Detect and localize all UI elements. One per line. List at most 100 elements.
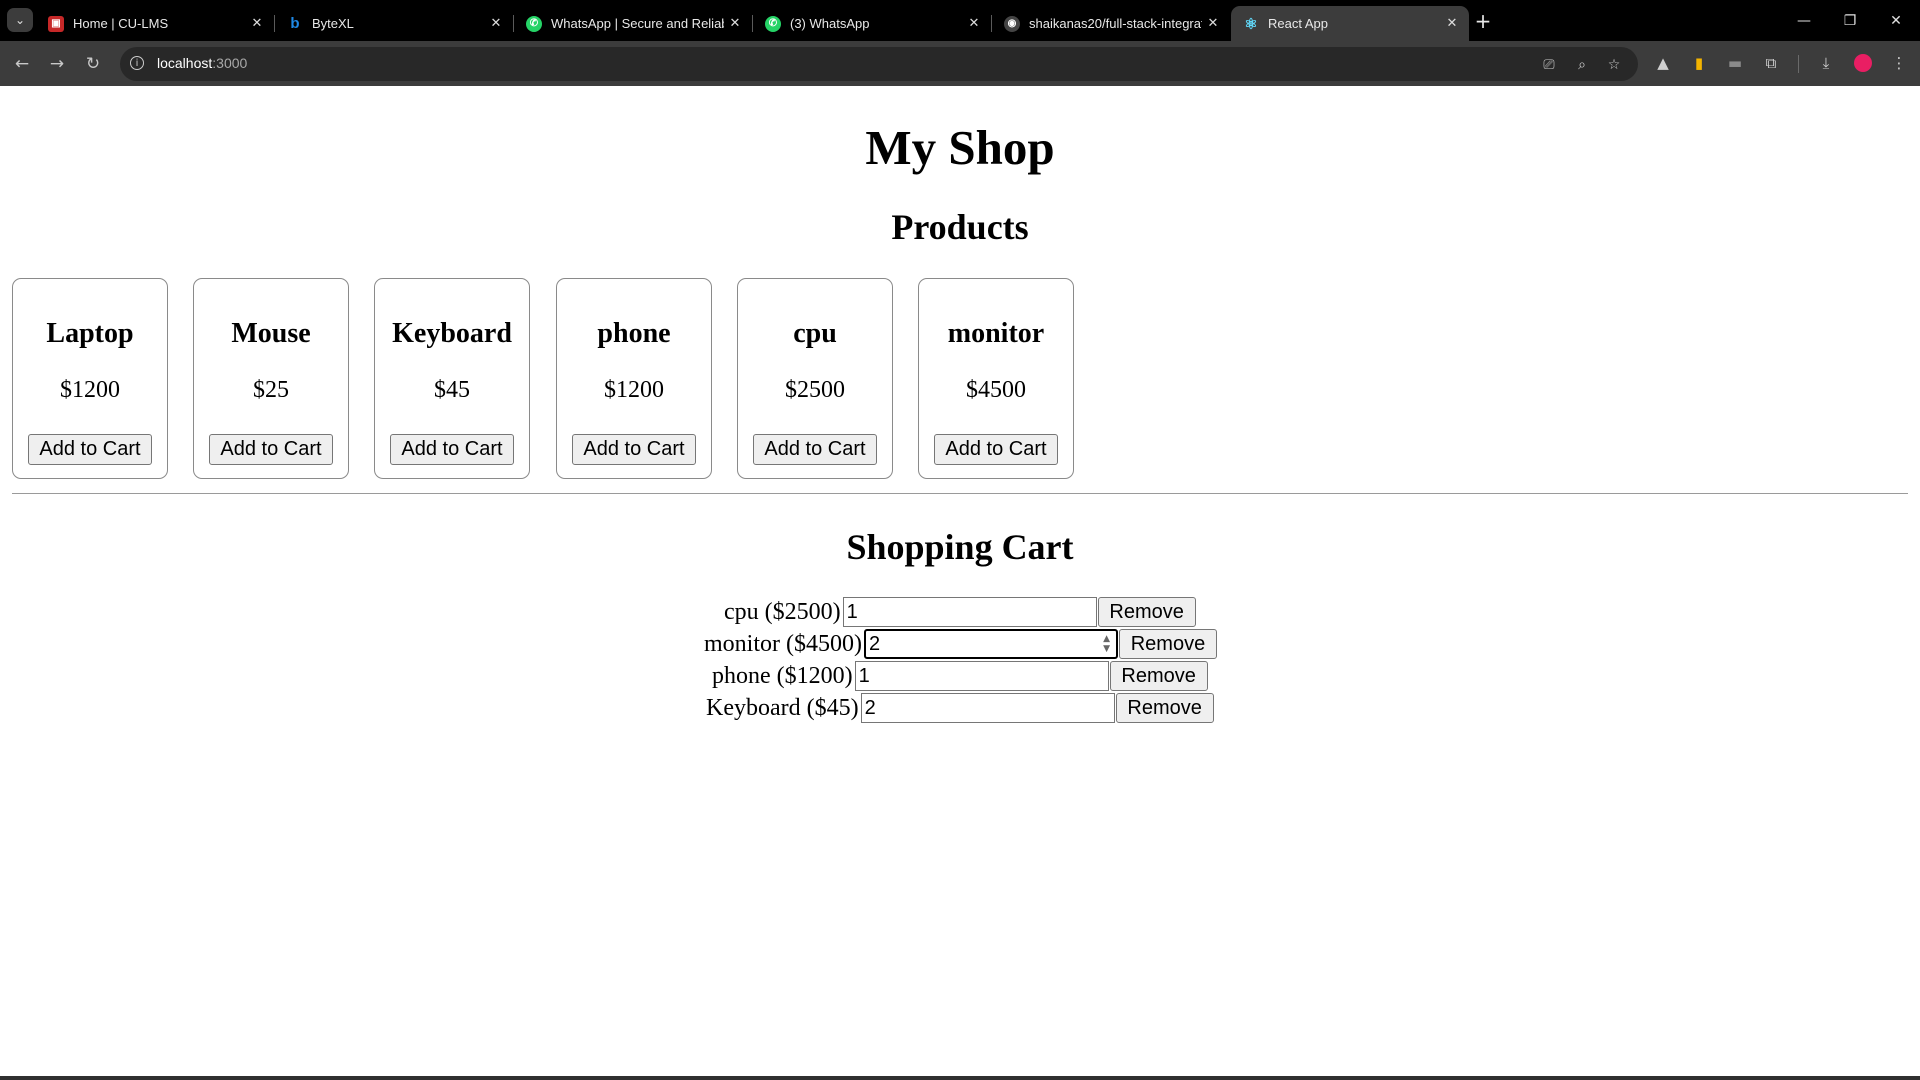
toolbar-separator bbox=[1798, 55, 1799, 73]
product-name: cpu bbox=[793, 318, 837, 349]
close-tab-icon[interactable]: ✕ bbox=[246, 16, 268, 31]
tab-bytexl[interactable]: b ByteXL ✕ bbox=[275, 6, 514, 41]
restore-icon: ❐ bbox=[1843, 13, 1857, 29]
address-bar[interactable]: i localhost:3000 ⎚ ⌕ ☆ bbox=[120, 47, 1638, 81]
close-tab-icon[interactable]: ✕ bbox=[724, 16, 746, 31]
page-title: My Shop bbox=[865, 120, 1055, 175]
tab-title: (3) WhatsApp bbox=[790, 16, 870, 31]
url-port: :3000 bbox=[212, 55, 248, 71]
product-card: Keyboard $45 Add to Cart bbox=[374, 278, 530, 479]
window-bottom-border bbox=[0, 1076, 1920, 1080]
install-app-icon[interactable]: ⎚ bbox=[1540, 56, 1558, 74]
zoom-icon[interactable]: ⌕ bbox=[1573, 56, 1591, 74]
quantity-input[interactable]: 1 bbox=[842, 597, 1097, 627]
tab-title: React App bbox=[1268, 16, 1328, 31]
cart-heading: Shopping Cart bbox=[846, 527, 1074, 567]
cart-item: monitor ($4500) 2 ▲ ▼ Remove bbox=[704, 629, 1217, 659]
avatar-circle bbox=[1854, 54, 1872, 72]
browser-menu-icon[interactable]: ⋮ bbox=[1888, 52, 1910, 74]
tab-whatsapp[interactable]: ✆ (3) WhatsApp ✕ bbox=[753, 6, 992, 41]
cart-item-label: monitor ($4500) bbox=[704, 630, 862, 657]
product-price: $25 bbox=[253, 377, 289, 403]
add-to-cart-button[interactable]: Add to Cart bbox=[209, 434, 333, 465]
tab-title: ByteXL bbox=[312, 16, 354, 31]
whatsapp-favicon-icon: ✆ bbox=[526, 15, 542, 32]
section-divider bbox=[12, 493, 1908, 494]
quantity-spinner-icon[interactable]: ▲ ▼ bbox=[1103, 634, 1110, 654]
product-price: $1200 bbox=[604, 377, 664, 403]
plus-icon: + bbox=[1474, 9, 1492, 33]
back-button[interactable]: ← bbox=[9, 51, 35, 77]
remove-button[interactable]: Remove bbox=[1097, 597, 1196, 627]
tab-strip: ⌄ ▣ Home | CU-LMS ✕ b ByteXL ✕ ✆ WhatsAp… bbox=[0, 0, 1920, 41]
url-text[interactable]: localhost:3000 bbox=[157, 55, 247, 71]
remove-button[interactable]: Remove bbox=[1115, 693, 1214, 723]
reload-icon: ↻ bbox=[85, 54, 101, 74]
tab-react-app[interactable]: ⚛ React App ✕ bbox=[1231, 6, 1469, 41]
browser-toolbar: ← → ↻ i localhost:3000 ⎚ ⌕ ☆ ▲ ▮ ▬ ⧉ ⤓ ⋮ bbox=[0, 41, 1920, 86]
quantity-value: 1 bbox=[858, 664, 870, 687]
tab-whatsapp-secure[interactable]: ✆ WhatsApp | Secure and Reliable ✕ bbox=[514, 6, 753, 41]
cu-lms-favicon-icon: ▣ bbox=[48, 15, 64, 32]
quantity-input[interactable]: 2 bbox=[860, 693, 1115, 723]
extension-wallet-icon[interactable]: ▮ bbox=[1688, 52, 1710, 74]
add-to-cart-button[interactable]: Add to Cart bbox=[572, 434, 696, 465]
remove-button[interactable]: Remove bbox=[1118, 629, 1217, 659]
close-tab-icon[interactable]: ✕ bbox=[1441, 16, 1463, 31]
github-favicon-icon: ◉ bbox=[1004, 15, 1020, 32]
restore-button[interactable]: ❐ bbox=[1827, 6, 1873, 36]
cart-item: cpu ($2500) 1 Remove bbox=[724, 597, 1196, 627]
close-tab-icon[interactable]: ✕ bbox=[963, 16, 985, 31]
quantity-input[interactable]: 2 ▲ ▼ bbox=[863, 629, 1118, 659]
chevron-down-icon: ⌄ bbox=[14, 13, 26, 27]
tab-title: shaikanas20/full-stack-integrati bbox=[1029, 16, 1202, 31]
minimize-icon: — bbox=[1797, 13, 1811, 29]
quantity-value: 2 bbox=[864, 696, 876, 719]
forward-button[interactable]: → bbox=[44, 51, 70, 77]
close-tab-icon[interactable]: ✕ bbox=[1202, 16, 1224, 31]
quantity-value: 1 bbox=[846, 600, 858, 623]
cart-item: phone ($1200) 1 Remove bbox=[712, 661, 1208, 691]
close-tab-icon[interactable]: ✕ bbox=[485, 16, 507, 31]
product-card: Laptop $1200 Add to Cart bbox=[12, 278, 168, 479]
product-name: Keyboard bbox=[392, 318, 512, 349]
close-window-button[interactable]: ✕ bbox=[1873, 6, 1919, 36]
cart-item-label: cpu ($2500) bbox=[724, 598, 841, 625]
download-icon[interactable]: ⤓ bbox=[1815, 52, 1837, 74]
add-to-cart-button[interactable]: Add to Cart bbox=[753, 434, 877, 465]
new-tab-button[interactable]: + bbox=[1470, 8, 1496, 34]
product-card: cpu $2500 Add to Cart bbox=[737, 278, 893, 479]
url-host: localhost bbox=[157, 55, 213, 71]
product-card: monitor $4500 Add to Cart bbox=[918, 278, 1074, 479]
tab-title: Home | CU-LMS bbox=[73, 16, 169, 31]
tab-search-button[interactable]: ⌄ bbox=[7, 8, 33, 32]
close-icon: ✕ bbox=[1890, 13, 1902, 29]
extensions-puzzle-icon[interactable]: ⧉ bbox=[1760, 52, 1782, 74]
product-price: $45 bbox=[434, 377, 470, 403]
page-content: My Shop Products Laptop $1200 Add to Car… bbox=[0, 86, 1920, 1076]
minimize-button[interactable]: — bbox=[1781, 6, 1827, 36]
profile-avatar[interactable] bbox=[1852, 52, 1874, 74]
product-name: phone bbox=[597, 318, 671, 349]
quantity-input[interactable]: 1 bbox=[854, 661, 1109, 691]
bookmark-star-icon[interactable]: ☆ bbox=[1605, 56, 1623, 74]
product-price: $2500 bbox=[785, 377, 845, 403]
add-to-cart-button[interactable]: Add to Cart bbox=[934, 434, 1058, 465]
product-name: monitor bbox=[947, 318, 1045, 349]
bytexl-favicon-icon: b bbox=[290, 15, 300, 32]
product-name: Laptop bbox=[46, 318, 134, 349]
add-to-cart-button[interactable]: Add to Cart bbox=[28, 434, 152, 465]
quantity-value: 2 bbox=[868, 632, 881, 655]
tab-title: WhatsApp | Secure and Reliable bbox=[551, 16, 724, 31]
extension-triangle-icon[interactable]: ▲ bbox=[1652, 52, 1674, 74]
site-info-icon[interactable]: i bbox=[130, 56, 144, 70]
reload-button[interactable]: ↻ bbox=[80, 51, 106, 77]
add-to-cart-button[interactable]: Add to Cart bbox=[390, 434, 514, 465]
extension-folder-icon[interactable]: ▬ bbox=[1724, 52, 1746, 74]
remove-button[interactable]: Remove bbox=[1109, 661, 1208, 691]
tab-github[interactable]: ◉ shaikanas20/full-stack-integrati ✕ bbox=[992, 6, 1230, 41]
product-price: $1200 bbox=[60, 377, 120, 403]
tab-cu-lms[interactable]: ▣ Home | CU-LMS ✕ bbox=[36, 6, 275, 41]
product-price: $4500 bbox=[966, 377, 1026, 403]
arrow-left-icon: ← bbox=[14, 54, 30, 74]
